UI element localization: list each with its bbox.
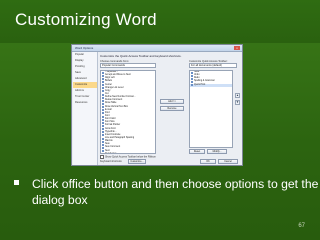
cancel-button[interactable]: Cancel (218, 159, 238, 164)
reset-button[interactable]: Reset (189, 149, 205, 154)
command-icon (102, 137, 104, 140)
nav-item[interactable]: Resources (73, 100, 97, 106)
command-icon (191, 71, 193, 74)
command-icon (102, 93, 104, 96)
command-icon (102, 134, 104, 137)
toolbar-list-item[interactable]: Quick Print (190, 83, 232, 87)
command-icon (191, 84, 193, 87)
add-button[interactable]: Add >> (160, 99, 184, 104)
move-down-button[interactable]: ▼ (235, 100, 240, 105)
command-icon (102, 124, 104, 127)
command-icon (102, 109, 104, 112)
dialog-titlebar: Word Options x (72, 45, 242, 52)
choose-commands-dropdown[interactable]: Popular Commands (100, 63, 156, 68)
command-icon (102, 77, 104, 80)
slide-title: Customizing Word (15, 10, 157, 29)
commands-list[interactable]: <Separator> Accept and Move to Next Align … (100, 70, 156, 154)
command-icon (102, 140, 104, 143)
command-icon (102, 112, 104, 115)
list-item-label: Numbering (105, 152, 117, 154)
command-icon (102, 115, 104, 118)
keyboard-shortcuts-label: Keyboard shortcuts: (100, 160, 123, 163)
slide-number: 67 (298, 223, 305, 229)
dialog-header-text: Customize the Quick Access Toolbar and k… (100, 54, 182, 58)
command-icon (191, 77, 193, 80)
command-icon (102, 96, 104, 99)
toolbar-list-item-label: Quick Print (194, 83, 206, 86)
move-up-button[interactable]: ▲ (235, 93, 240, 98)
command-icon (102, 131, 104, 134)
dialog-nav: Popular Display Proofing Save Advanced Custom… (73, 52, 98, 165)
command-icon (102, 143, 104, 146)
square-bullet-icon (14, 180, 19, 185)
remove-button[interactable]: Remove (160, 106, 184, 111)
command-icon (102, 87, 104, 90)
command-icon (102, 74, 104, 77)
command-icon (102, 146, 104, 149)
command-icon (102, 99, 104, 102)
toolbar-list[interactable]: Save Undo Redo Spelling & Grammar Quick Prin… (189, 70, 233, 148)
bullet-text: Click office button and then choose opti… (32, 177, 319, 207)
dialog-title: Word Options (75, 46, 94, 50)
command-icon (102, 90, 104, 93)
command-icon (102, 118, 104, 121)
close-button[interactable]: x (234, 46, 240, 50)
keyboard-shortcuts-row: Keyboard shortcuts: (100, 160, 122, 163)
command-icon (102, 150, 104, 153)
command-icon (102, 106, 104, 109)
list-item[interactable]: Numbering (101, 153, 155, 154)
command-icon (102, 128, 104, 131)
slide-background: Customizing Word Word Options x Popular D… (0, 0, 320, 240)
keyboard-customize-button[interactable]: Customize... (128, 159, 146, 164)
command-icon (102, 80, 104, 83)
checkbox-icon (100, 155, 104, 159)
modify-button[interactable]: Modify... (207, 149, 227, 154)
command-icon (102, 102, 104, 105)
command-icon (191, 80, 193, 83)
command-icon (102, 84, 104, 87)
command-icon (102, 71, 104, 74)
word-options-dialog: Word Options x Popular Display Proofing Sav… (71, 44, 243, 166)
command-icon (102, 121, 104, 124)
command-icon (191, 74, 193, 77)
ok-button[interactable]: OK (200, 159, 216, 164)
command-icon (102, 153, 104, 154)
title-bar: Customizing Word (0, 0, 320, 43)
customize-toolbar-dropdown[interactable]: For all documents (default) (189, 63, 237, 68)
